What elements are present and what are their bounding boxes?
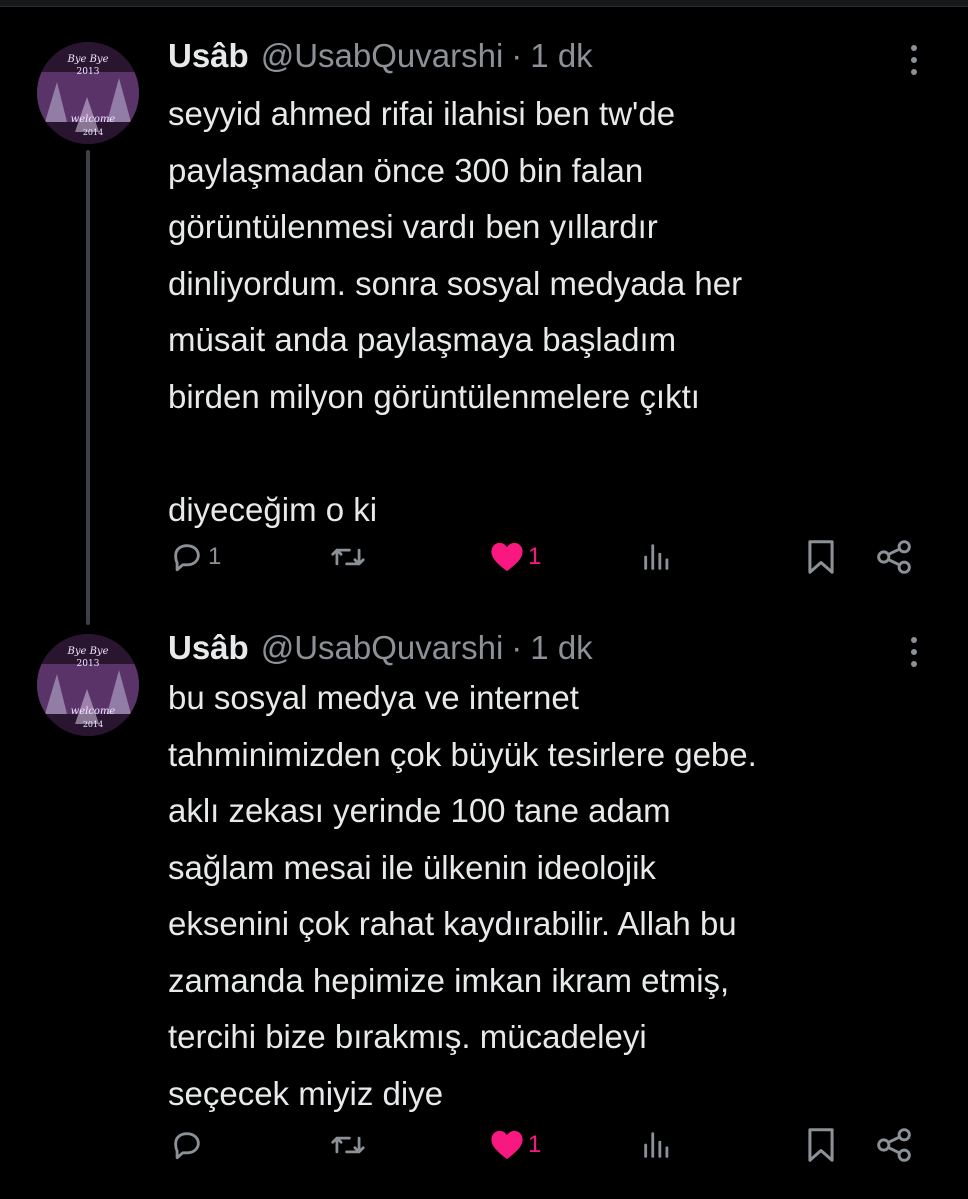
reply-button[interactable]	[170, 1125, 208, 1165]
like-count: 1	[528, 1131, 542, 1158]
retweet-button[interactable]	[330, 1125, 370, 1165]
avatar-image: Bye Bye 2013 welcome 2014	[37, 634, 139, 736]
avatar[interactable]: Bye Bye 2013 welcome 2014	[37, 42, 139, 144]
share-icon	[877, 1128, 911, 1162]
share-button[interactable]	[875, 1125, 913, 1165]
bookmark-icon	[808, 540, 834, 574]
tweet-actions: 1	[0, 1125, 968, 1165]
retweet-button[interactable]	[330, 537, 370, 577]
views-button[interactable]	[640, 1125, 678, 1165]
share-icon	[877, 540, 911, 574]
reply-icon	[174, 1132, 200, 1160]
display-name[interactable]: Usâb	[168, 629, 249, 667]
avatar-text-line: Bye Bye	[66, 54, 108, 65]
reply-icon	[174, 544, 200, 572]
avatar-text-line: Bye Bye	[66, 646, 108, 657]
share-button[interactable]	[875, 537, 913, 577]
avatar-text-line: 2014	[83, 128, 103, 137]
views-icon	[644, 544, 669, 570]
user-handle[interactable]: @UsabQuvarshi	[261, 629, 504, 667]
tweet-header: Usâb @UsabQuvarshi · 1 dk	[168, 626, 593, 670]
like-count: 1	[528, 543, 542, 570]
timestamp[interactable]: 1 dk	[530, 629, 592, 667]
like-button[interactable]: 1	[490, 537, 541, 577]
user-handle[interactable]: @UsabQuvarshi	[261, 37, 504, 75]
display-name[interactable]: Usâb	[168, 37, 249, 75]
more-vertical-icon	[911, 637, 917, 667]
tweet-header: Usâb @UsabQuvarshi · 1 dk	[168, 34, 593, 78]
bookmark-button[interactable]	[805, 1125, 837, 1165]
timestamp[interactable]: 1 dk	[530, 37, 592, 75]
avatar-text-line: 2013	[77, 67, 100, 77]
avatar-image: Bye Bye 2013 welcome 2014	[37, 42, 139, 144]
avatar-text-line: 2014	[83, 720, 103, 729]
tweet[interactable]: Bye Bye 2013 welcome 2014 Usâb @UsabQuva…	[0, 28, 968, 625]
more-vertical-icon	[911, 45, 917, 75]
top-divider	[0, 0, 968, 7]
tweet[interactable]: Bye Bye 2013 welcome 2014 Usâb @UsabQuva…	[0, 620, 968, 1199]
tweet-actions: 1 1	[0, 537, 968, 577]
more-options-button[interactable]	[900, 632, 928, 672]
avatar-text-line: welcome	[71, 114, 116, 125]
views-button[interactable]	[640, 537, 678, 577]
avatar-text-line: 2013	[77, 659, 100, 669]
like-button[interactable]: 1	[490, 1125, 541, 1165]
reply-count: 1	[208, 543, 222, 570]
heart-icon	[491, 542, 523, 572]
bookmark-button[interactable]	[805, 537, 837, 577]
separator-dot: ·	[511, 629, 523, 666]
views-icon	[644, 1132, 669, 1158]
reply-button[interactable]: 1	[170, 537, 221, 577]
bookmark-icon	[808, 1128, 834, 1162]
tweet-text: seyyid ahmed rifai ilahisi ben tw'de pay…	[168, 95, 743, 528]
avatar[interactable]: Bye Bye 2013 welcome 2014	[37, 634, 139, 736]
separator-dot: ·	[511, 37, 523, 74]
retweet-icon	[331, 1136, 365, 1154]
avatar-text-line: welcome	[71, 706, 116, 717]
retweet-icon	[331, 548, 365, 566]
more-options-button[interactable]	[900, 40, 928, 80]
heart-icon	[491, 1130, 523, 1160]
tweet-text: bu sosyal medya ve internet tahminimizde…	[168, 679, 757, 1112]
